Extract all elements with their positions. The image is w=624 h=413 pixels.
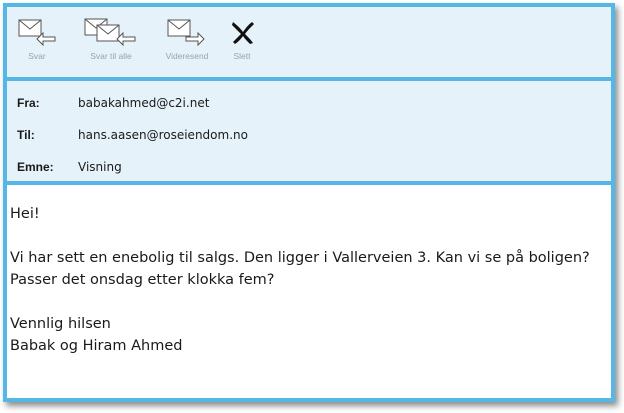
message-header: Fra: babakahmed@c2i.net Til: hans.aasen@… <box>7 81 611 185</box>
subject-value: Visning <box>78 160 122 174</box>
message-body: Hei! Vi har sett en enebolig til salgs. … <box>10 203 614 357</box>
message-closing: Vennlig hilsen <box>10 316 111 332</box>
forward-label: Videresend <box>165 51 209 61</box>
toolbar: Svar Svar til alle Videresend Slett <box>7 7 611 81</box>
forward-button[interactable]: Videresend <box>164 17 210 61</box>
reply-button[interactable]: Svar <box>17 17 57 61</box>
reply-icon <box>18 19 56 47</box>
message-greeting: Hei! <box>10 206 40 222</box>
message-signature: Babak og Hiram Ahmed <box>10 338 183 354</box>
to-label: Til: <box>17 128 35 142</box>
delete-icon <box>232 22 254 44</box>
forward-icon <box>167 19 205 47</box>
reply-all-label: Svar til alle <box>90 51 132 61</box>
subject-label: Emne: <box>17 160 54 174</box>
from-label: Fra: <box>17 96 40 110</box>
delete-label: Slett <box>233 51 251 61</box>
reply-all-icon <box>84 18 136 47</box>
reply-all-button[interactable]: Svar til alle <box>83 17 139 61</box>
to-value: hans.aasen@roseiendom.no <box>78 128 248 142</box>
message-line-2: Passer det onsdag etter klokka fem? <box>10 272 275 288</box>
from-value: babakahmed@c2i.net <box>78 96 210 110</box>
message-line-1: Vi har sett en enebolig til salgs. Den l… <box>10 250 590 266</box>
reply-label: Svar <box>28 51 46 61</box>
delete-button[interactable]: Slett <box>224 17 260 61</box>
